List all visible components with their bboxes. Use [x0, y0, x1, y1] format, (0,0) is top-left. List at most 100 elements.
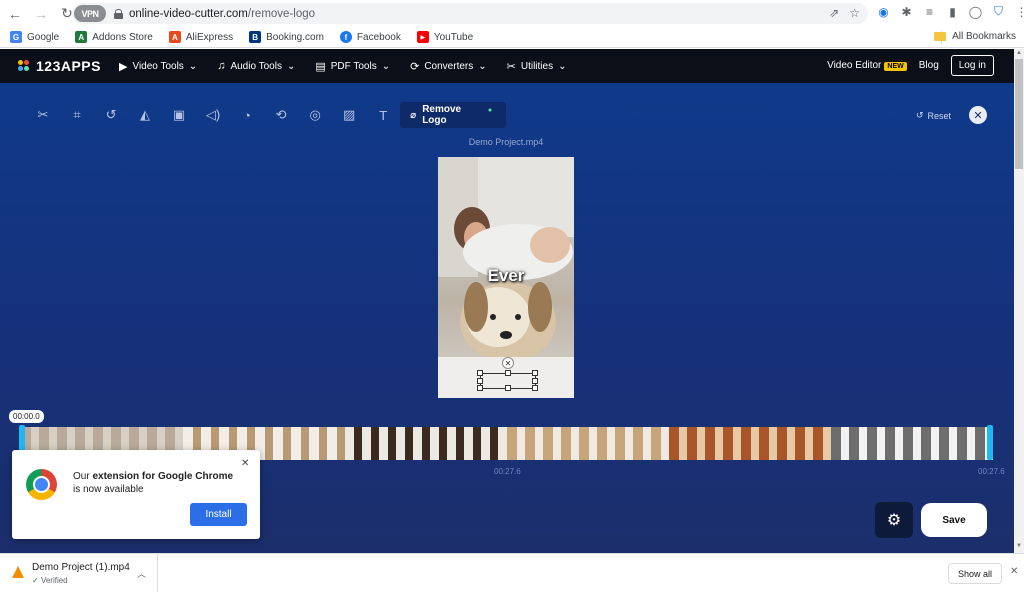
- remove-logo-tab[interactable]: ⌀ Remove Logo ●: [400, 102, 507, 128]
- address-bar[interactable]: VPN online-video-cutter.com/remove-logo …: [72, 3, 868, 24]
- chevron-up-icon[interactable]: ︿: [137, 567, 146, 580]
- app-logo[interactable]: 123APPS: [18, 58, 101, 74]
- shield-icon[interactable]: ⛉: [991, 4, 1006, 19]
- addons-icon: A: [75, 31, 88, 43]
- resize-handle[interactable]: [532, 385, 538, 391]
- extensions-puzzle-icon[interactable]: ✱: [899, 4, 914, 19]
- converters-icon: ⟳: [410, 60, 420, 73]
- page-scrollbar[interactable]: ▲ ▼: [1014, 49, 1024, 553]
- chrome-logo-icon: [26, 469, 57, 500]
- chevron-down-icon: ⌄: [286, 60, 296, 72]
- loop-icon[interactable]: ⟲: [264, 107, 298, 123]
- scroll-up-icon[interactable]: ▲: [1016, 50, 1022, 56]
- all-bookmarks[interactable]: All Bookmarks: [934, 31, 1016, 42]
- save-button[interactable]: Save: [921, 503, 987, 537]
- bookmark-aliexpress[interactable]: A AliExpress: [168, 31, 233, 43]
- close-icon[interactable]: ✕: [241, 458, 249, 469]
- stabilize-icon[interactable]: ◎: [298, 107, 332, 123]
- browser-menu-icon[interactable]: ⋮: [1014, 4, 1024, 19]
- menu-video-tools[interactable]: ▶ Video Tools ⌄: [119, 60, 197, 73]
- install-button[interactable]: Install: [190, 503, 247, 526]
- remove-selection-icon[interactable]: ✕: [502, 357, 514, 369]
- facebook-icon: f: [339, 31, 352, 43]
- side-panel-icon[interactable]: ▮: [945, 4, 960, 19]
- active-dot-icon: ●: [487, 106, 493, 114]
- menu-converters[interactable]: ⟳ Converters ⌄: [410, 60, 487, 73]
- playhead-time: 00:00.0: [9, 410, 44, 423]
- url-text[interactable]: online-video-cutter.com/remove-logo: [129, 8, 315, 20]
- timeline-frame: [831, 427, 993, 460]
- rotate-icon[interactable]: ↺: [94, 107, 128, 123]
- reading-list-icon[interactable]: ≡: [922, 4, 937, 19]
- profile-avatar-icon[interactable]: ◯: [968, 4, 983, 19]
- scroll-thumb[interactable]: [1015, 59, 1023, 169]
- logo-selection-box[interactable]: [477, 370, 538, 391]
- bookmark-booking[interactable]: B Booking.com: [249, 31, 324, 43]
- resize-handle[interactable]: [532, 378, 538, 384]
- pdf-icon: ▤: [315, 60, 326, 73]
- resize-handle[interactable]: [477, 385, 483, 391]
- check-icon: ✓: [32, 576, 39, 585]
- resize-handle[interactable]: [477, 378, 483, 384]
- vlc-file-icon: [12, 566, 24, 578]
- chevron-down-icon: ⌄: [478, 60, 487, 72]
- remove-logo-icon: ⌀: [410, 109, 417, 121]
- extension-badge-icon[interactable]: ◉: [876, 4, 891, 19]
- crop-icon[interactable]: ⌗: [60, 107, 94, 123]
- utilities-icon: ✂: [506, 60, 516, 73]
- reset-button[interactable]: ↺ Reset: [916, 110, 951, 121]
- timeline-mid-time: 00:27.6: [494, 467, 521, 476]
- booking-icon: B: [249, 31, 262, 43]
- download-bar: Demo Project (1).mp4 ✓ Verified ︿ Show a…: [0, 553, 1024, 592]
- download-file-name: Demo Project (1).mp4: [32, 562, 130, 573]
- lock-icon[interactable]: [114, 8, 123, 19]
- timeline-frame: [507, 427, 669, 460]
- settings-gear-icon[interactable]: ⚙: [875, 502, 913, 538]
- add-text-icon[interactable]: T: [366, 108, 400, 123]
- blog-link[interactable]: Blog: [919, 60, 939, 71]
- close-icon[interactable]: ✕: [1010, 566, 1018, 577]
- bookmark-youtube[interactable]: ▶ YouTube: [416, 31, 473, 43]
- app-header: 123APPS ▶ Video Tools ⌄ ♫ Audio Tools ⌄ ▤ PDF…: [0, 49, 1014, 83]
- scroll-down-icon[interactable]: ▼: [1016, 543, 1022, 549]
- volume-icon[interactable]: ◁): [196, 107, 230, 123]
- menu-utilities[interactable]: ✂ Utilities ⌄: [507, 60, 567, 73]
- timeline-frame: [669, 427, 831, 460]
- close-icon[interactable]: ✕: [969, 106, 987, 124]
- video-preview[interactable]: Ever ✕: [438, 157, 574, 398]
- download-item[interactable]: Demo Project (1).mp4 ✓ Verified ︿: [0, 554, 158, 592]
- add-image-icon[interactable]: ▨: [332, 107, 366, 123]
- resize-handle[interactable]: [505, 370, 511, 376]
- undo-icon: ↺: [916, 110, 924, 120]
- menu-pdf-tools[interactable]: ▤ PDF Tools ⌄: [315, 60, 390, 73]
- bookmark-google[interactable]: G Google: [10, 31, 59, 43]
- bookmark-star-icon[interactable]: ☆: [849, 6, 860, 20]
- cut-icon[interactable]: ✂: [26, 107, 60, 123]
- resize-handle[interactable]: [477, 370, 483, 376]
- bookmark-addons[interactable]: A Addons Store: [75, 31, 153, 43]
- resize-handle[interactable]: [505, 385, 511, 391]
- chevron-down-icon: ⌄: [188, 60, 198, 72]
- audio-icon: ♫: [217, 60, 226, 72]
- trim-handle-right[interactable]: [987, 425, 993, 460]
- vpn-badge[interactable]: VPN: [74, 5, 106, 22]
- menu-audio-tools[interactable]: ♫ Audio Tools ⌄: [217, 60, 295, 73]
- resize-icon[interactable]: ▣: [162, 107, 196, 123]
- video-editor-link[interactable]: Video Editor NEW: [827, 60, 907, 71]
- flip-icon[interactable]: ◭: [128, 107, 162, 123]
- popup-message: Our extension for Google Chrome is now a…: [73, 471, 234, 495]
- show-all-button[interactable]: Show all: [948, 563, 1002, 584]
- resize-handle[interactable]: [532, 370, 538, 376]
- google-icon: G: [10, 31, 22, 43]
- speed-icon[interactable]: ◔: [230, 108, 264, 123]
- download-status: ✓ Verified: [32, 576, 68, 585]
- bookmark-facebook[interactable]: f Facebook: [339, 31, 401, 43]
- logo-icon: [18, 60, 30, 72]
- video-icon: ▶: [118, 60, 128, 73]
- timeline-frame: [345, 427, 507, 460]
- share-icon[interactable]: ⇗: [829, 6, 839, 20]
- forward-icon[interactable]: →: [30, 3, 52, 25]
- login-button[interactable]: Log in: [950, 55, 994, 76]
- video-caption: Ever: [487, 266, 525, 285]
- back-icon[interactable]: ←: [4, 3, 26, 25]
